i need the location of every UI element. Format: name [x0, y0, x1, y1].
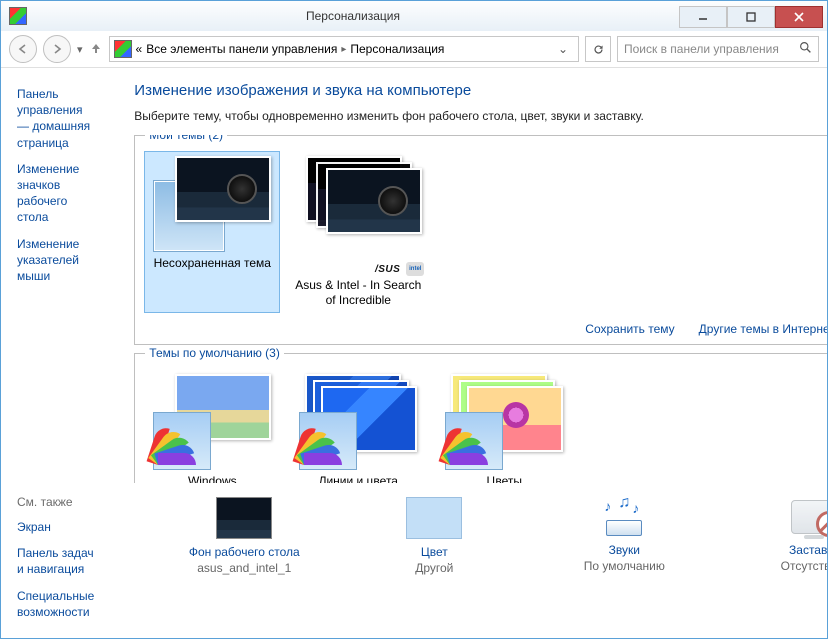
sound-icon: ♪♫♪ [597, 497, 651, 537]
breadcrumb-bar[interactable]: « Все элементы панели управления ▸ Персо… [109, 36, 579, 62]
wallpaper-icon [216, 497, 272, 539]
config-screensaver[interactable]: Заставка Отсутствует [744, 497, 827, 575]
theme-flowers-label: Цветы [487, 474, 523, 483]
config-sound-value: По умолчанию [584, 559, 665, 573]
sidebar-link-icons[interactable]: Изменение значков рабочего стола [17, 161, 94, 226]
config-color-value: Другой [415, 561, 453, 575]
intel-badge: intel [406, 262, 424, 276]
theme-lines-thumb [299, 374, 417, 470]
color-tile [153, 412, 211, 470]
window: ↔ Персонализация ▾ « Все элементы панели… [0, 0, 828, 639]
breadcrumb-item-2[interactable]: Персонализация [350, 42, 444, 56]
sidebar: Панель управления — домашняя страница Из… [1, 68, 110, 638]
sidebar-foot-accessibility[interactable]: Специальные возможности [17, 588, 94, 620]
save-theme-link[interactable]: Сохранить тему [585, 322, 674, 336]
config-sound[interactable]: ♪♫♪ Звуки По умолчанию [554, 497, 694, 575]
fan-icon [450, 425, 490, 465]
body: Панель управления — домашняя страница Из… [1, 68, 827, 638]
group-my-themes: Мои темы (2) Несохраненная тема [134, 135, 827, 345]
search-input[interactable]: Поиск в панели управления [617, 36, 819, 62]
theme-lines-label: Линии и цвета [319, 474, 398, 483]
sidebar-foot-taskbar[interactable]: Панель задач и навигация [17, 545, 94, 577]
theme-lines[interactable]: Линии и цвета [291, 370, 425, 483]
page-title: Изменение изображения и звука на компьют… [134, 82, 827, 99]
see-also-header: См. также [17, 495, 94, 509]
window-title: Персонализация [27, 9, 679, 23]
sidebar-foot-display[interactable]: Экран [17, 519, 94, 535]
content: ? Изменение изображения и звука на компь… [110, 68, 827, 638]
group-default-themes: Темы по умолчанию (3) Windows [134, 353, 827, 483]
refresh-button[interactable] [585, 36, 611, 62]
recent-locations-dropdown[interactable]: ▾ [77, 43, 83, 56]
search-placeholder: Поиск в панели управления [624, 42, 799, 56]
theme-unsaved-thumb [153, 156, 271, 252]
up-button[interactable] [89, 41, 103, 58]
fan-icon [158, 425, 198, 465]
my-themes-row: Несохраненная тема /SUS intel [135, 142, 827, 316]
theme-asus[interactable]: /SUS intel Asus & Intel - In Search of I… [291, 152, 425, 312]
theme-unsaved-label: Несохраненная тема [154, 256, 271, 271]
theme-flowers-thumb [445, 374, 563, 470]
breadcrumb-item-1[interactable]: Все элементы панели управления [146, 42, 337, 56]
group-my-themes-legend: Мои темы (2) [145, 135, 227, 142]
config-strip: Фон рабочего стола asus_and_intel_1 Цвет… [134, 483, 827, 585]
config-screensaver-label: Заставка [789, 543, 827, 557]
more-themes-link[interactable]: Другие темы в Интернете [699, 322, 827, 336]
asus-badge: /SUS [375, 264, 400, 275]
theme-windows-label: Windows [188, 474, 237, 483]
sidebar-footer: См. также Экран Панель задач и навигация… [17, 495, 94, 620]
wallpaper-thumb [175, 156, 271, 222]
breadcrumb-dropdown-icon[interactable]: ⌄ [552, 42, 574, 56]
sidebar-link-pointers[interactable]: Изменение указателей мыши [17, 236, 94, 285]
minimize-button[interactable] [679, 6, 727, 28]
theme-windows-thumb [153, 374, 271, 470]
group-default-legend: Темы по умолчанию (3) [145, 346, 284, 360]
theme-actions: Сохранить тему Другие темы в Интернете [135, 316, 827, 344]
color-tile [445, 412, 503, 470]
theme-flowers[interactable]: Цветы [437, 370, 571, 483]
theme-windows[interactable]: Windows [145, 370, 279, 483]
config-screensaver-value: Отсутствует [781, 559, 827, 573]
color-icon [406, 497, 462, 539]
wallpaper-thumb [326, 168, 422, 234]
breadcrumb-root-icon [114, 40, 132, 58]
config-wallpaper-label: Фон рабочего стола [189, 545, 300, 559]
config-sound-label: Звуки [609, 543, 640, 557]
back-button[interactable] [9, 35, 37, 63]
theme-asus-thumb: /SUS intel [294, 156, 422, 252]
search-icon[interactable] [799, 41, 812, 57]
brand-badges: /SUS intel [375, 262, 424, 276]
forward-button[interactable] [43, 35, 71, 63]
color-tile [299, 412, 357, 470]
chevron-right-icon[interactable]: ▸ [341, 44, 346, 55]
titlebar: Персонализация [1, 1, 827, 31]
config-wallpaper-value: asus_and_intel_1 [197, 561, 291, 575]
theme-unsaved[interactable]: Несохраненная тема [145, 152, 279, 312]
breadcrumb-root-hint: « [136, 42, 143, 56]
app-icon [9, 7, 27, 25]
default-themes-row: Windows [135, 360, 827, 483]
page-subtitle: Выберите тему, чтобы одновременно измени… [134, 109, 827, 123]
screensaver-icon [787, 497, 827, 537]
fan-icon [304, 425, 344, 465]
theme-asus-label: Asus & Intel - In Search of Incredible [293, 278, 423, 308]
navigation-bar: ▾ « Все элементы панели управления ▸ Пер… [1, 31, 827, 68]
window-controls [679, 6, 823, 26]
close-button[interactable] [775, 6, 823, 28]
config-wallpaper[interactable]: Фон рабочего стола asus_and_intel_1 [174, 497, 314, 575]
themes-scroll-inner: Мои темы (2) Несохраненная тема [134, 135, 827, 483]
sidebar-home-link[interactable]: Панель управления — домашняя страница [17, 86, 94, 151]
maximize-button[interactable] [727, 6, 775, 28]
config-color-label: Цвет [421, 545, 448, 559]
config-color[interactable]: Цвет Другой [364, 497, 504, 575]
themes-scroll-area: Мои темы (2) Несохраненная тема [134, 135, 827, 483]
